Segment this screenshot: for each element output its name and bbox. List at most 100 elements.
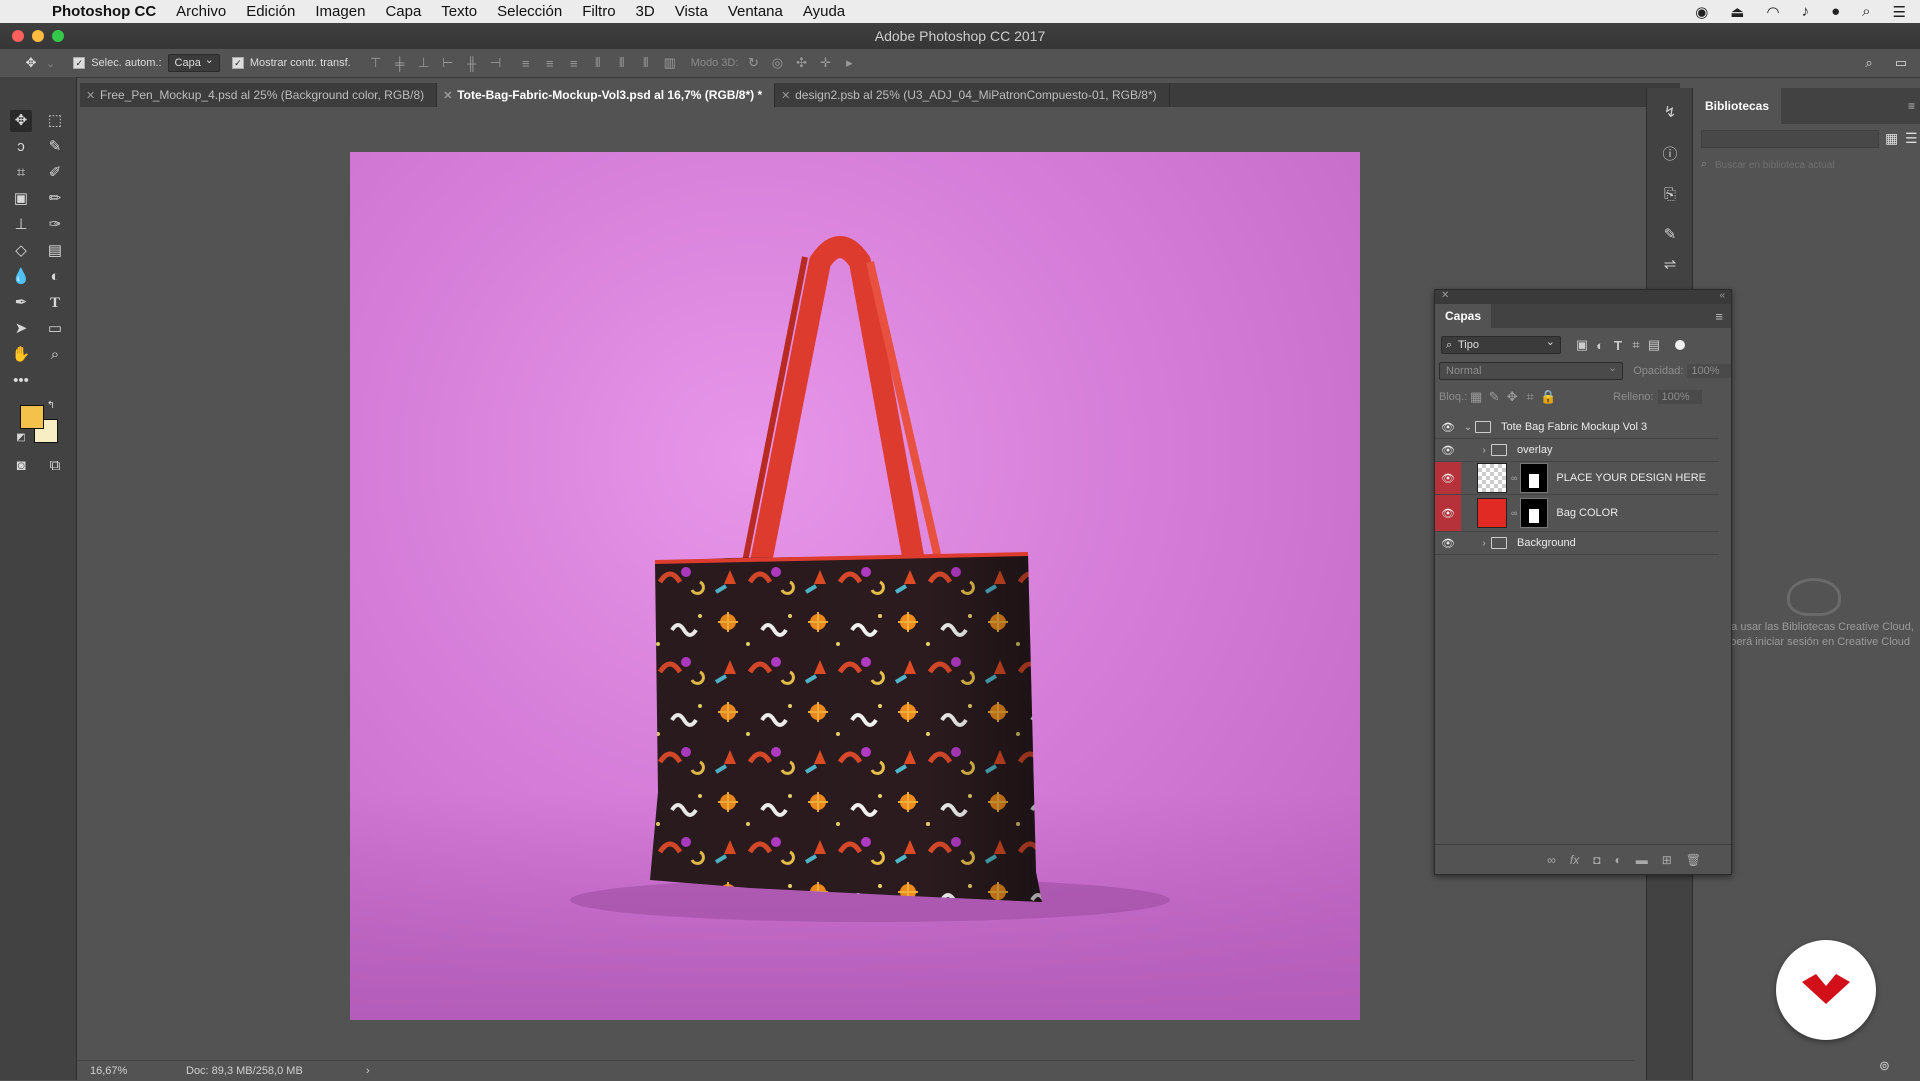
filter-type-icon[interactable]: T [1609, 338, 1627, 353]
visibility-eye-icon[interactable]: 👁 [1435, 495, 1461, 531]
lock-all-icon[interactable]: 🔒 [1539, 389, 1557, 405]
opacity-input[interactable]: 100% [1687, 364, 1731, 378]
search-icon[interactable]: ⌕ [1860, 55, 1878, 71]
close-window-icon[interactable] [12, 30, 24, 42]
foreground-color-swatch[interactable] [20, 405, 44, 429]
orbit-3d-icon[interactable]: ↻ [744, 55, 762, 71]
move-tool-icon[interactable]: ✥ [10, 110, 32, 132]
new-layer-icon[interactable]: ⊞ [1662, 853, 1672, 867]
marquee-tool-icon[interactable]: ⬚ [44, 110, 66, 132]
notification-list-icon[interactable]: ☰ [1893, 3, 1906, 21]
align-vcenter-icon[interactable]: ╪ [391, 56, 409, 71]
menu-filtro[interactable]: Filtro [582, 3, 615, 20]
minimize-window-icon[interactable] [32, 30, 44, 42]
distribute-left-icon[interactable]: ⦀ [589, 55, 607, 71]
distribute-hcenter-icon[interactable]: ⦀ [613, 55, 631, 71]
add-mask-icon[interactable]: ◘ [1593, 853, 1600, 867]
close-tab-icon[interactable]: ✕ [443, 89, 452, 102]
visibility-eye-icon[interactable]: 👁 [1435, 416, 1461, 438]
chevron-down-icon[interactable]: ⌄ [46, 57, 55, 70]
auto-align-icon[interactable]: ▥ [661, 55, 679, 71]
clone-stamp-tool-icon[interactable]: ⊥ [10, 214, 32, 236]
adjustments-panel-icon[interactable]: ⇌ [1659, 254, 1681, 276]
more-tools-icon[interactable]: ••• [10, 370, 32, 392]
layers-tab[interactable]: Capas [1435, 304, 1492, 328]
lasso-tool-icon[interactable]: ↄ [10, 136, 32, 158]
hand-tool-icon[interactable]: ✋ [10, 344, 32, 366]
menu-edicion[interactable]: Edición [246, 3, 295, 20]
type-tool-icon[interactable]: T [44, 292, 66, 314]
close-tab-icon[interactable]: ✕ [781, 89, 790, 102]
link-icon[interactable]: ∞ [1511, 473, 1517, 483]
menu-ayuda[interactable]: Ayuda [803, 3, 845, 20]
chevron-right-icon[interactable]: › [1477, 538, 1491, 549]
menu-capa[interactable]: Capa [385, 3, 421, 20]
library-select[interactable] [1701, 130, 1879, 148]
layer-row-bag-color[interactable]: 👁 ∞ Bag COLOR [1435, 495, 1719, 532]
screen-mode-icon[interactable]: ⧉ [44, 455, 66, 477]
filter-adjustment-icon[interactable]: ◐ [1591, 338, 1609, 353]
menu-3d[interactable]: 3D [636, 3, 655, 20]
auto-select-dropdown[interactable]: Capa [167, 53, 220, 72]
eyedropper-tool-icon[interactable]: ✐ [44, 162, 66, 184]
zoom-window-icon[interactable] [52, 30, 64, 42]
layer-row-group[interactable]: 👁 ⌄ Tote Bag Fabric Mockup Vol 3 [1435, 416, 1719, 439]
info-panel-icon[interactable]: ⓘ [1659, 144, 1681, 166]
link-icon[interactable]: ∞ [1511, 508, 1517, 518]
gradient-tool-icon[interactable]: ▤ [44, 240, 66, 262]
chevron-down-icon[interactable]: ⌄ [1461, 422, 1475, 433]
filter-pixel-icon[interactable]: ▣ [1573, 337, 1591, 353]
brush-tool-icon[interactable]: ✏ [44, 188, 66, 210]
align-top-icon[interactable]: ⊤ [367, 55, 385, 71]
menu-archivo[interactable]: Archivo [176, 3, 226, 20]
blur-tool-icon[interactable]: 💧 [10, 266, 32, 288]
quick-mask-icon[interactable]: ◙ [10, 455, 32, 477]
roll-3d-icon[interactable]: ◎ [768, 55, 786, 71]
history-panel-icon[interactable]: ↯ [1659, 102, 1681, 124]
record-icon[interactable]: ◉ [1695, 3, 1708, 21]
lock-position-icon[interactable]: ✥ [1503, 389, 1521, 405]
align-hcenter-icon[interactable]: ╫ [463, 56, 481, 71]
slide-3d-icon[interactable]: ✛ [816, 55, 834, 71]
trash-icon[interactable]: 🗑 [1686, 853, 1701, 867]
visibility-eye-icon[interactable]: 👁 [1435, 462, 1461, 494]
lock-image-icon[interactable]: ✎ [1485, 389, 1503, 405]
rectangle-tool-icon[interactable]: ▭ [44, 318, 66, 340]
align-bottom-icon[interactable]: ⊥ [415, 55, 433, 71]
document-canvas[interactable] [350, 152, 1360, 1020]
crop-tool-icon[interactable]: ⌗ [10, 162, 32, 184]
healing-brush-tool-icon[interactable]: ▣ [10, 188, 32, 210]
new-adjustment-icon[interactable]: ◐ [1614, 853, 1621, 867]
zoom-level[interactable]: 16,67% [90, 1065, 180, 1077]
visibility-eye-icon[interactable]: 👁 [1435, 439, 1461, 461]
grid-view-icon[interactable]: ▦ [1885, 130, 1898, 147]
layer-row-design[interactable]: 👁 ∞ PLACE YOUR DESIGN HERE [1435, 462, 1719, 495]
status-menu-arrow[interactable]: › [366, 1065, 370, 1077]
eject-icon[interactable]: ⏏ [1730, 3, 1744, 21]
spotlight-search-icon[interactable]: ⌕ [1862, 3, 1870, 20]
zoom-tool-icon[interactable]: ⌕ [44, 344, 66, 366]
distribute-bottom-icon[interactable]: ≡ [565, 56, 583, 71]
wifi-icon[interactable]: ◠ [1766, 3, 1779, 21]
menu-ventana[interactable]: Ventana [728, 3, 783, 20]
tab-free-pen-mockup[interactable]: ✕ Free_Pen_Mockup_4.psd al 25% (Backgrou… [80, 83, 438, 107]
filter-kind-dropdown[interactable]: ⌕ Tipo [1441, 335, 1561, 354]
auto-select-checkbox[interactable]: ✓ [73, 57, 86, 69]
new-group-icon[interactable]: ▬ [1636, 853, 1648, 867]
layer-row-overlay[interactable]: 👁 › overlay [1435, 439, 1719, 462]
cc-sync-icon[interactable]: ⊚ [1879, 1058, 1890, 1074]
swap-colors-icon[interactable]: ↰ [44, 399, 58, 413]
filter-toggle[interactable] [1675, 340, 1685, 350]
tab-design2[interactable]: ✕ design2.psb al 25% (U3_ADJ_04_MiPatron… [775, 83, 1170, 107]
visibility-eye-icon[interactable]: 👁 [1435, 532, 1461, 554]
path-selection-tool-icon[interactable]: ➤ [10, 318, 32, 340]
user-icon[interactable]: ● [1831, 3, 1840, 20]
lock-artboard-icon[interactable]: ⌗ [1521, 389, 1539, 405]
panel-menu-icon[interactable]: ≡ [1715, 309, 1723, 324]
align-right-icon[interactable]: ⊣ [487, 55, 505, 71]
list-view-icon[interactable]: ☰ [1905, 130, 1918, 147]
menu-texto[interactable]: Texto [441, 3, 477, 20]
tab-tote-bag-mockup[interactable]: ✕ Tote-Bag-Fabric-Mockup-Vol3.psd al 16,… [437, 83, 776, 107]
libraries-tab[interactable]: Bibliotecas [1693, 88, 1782, 124]
layer-row-background[interactable]: 👁 › Background [1435, 532, 1719, 555]
